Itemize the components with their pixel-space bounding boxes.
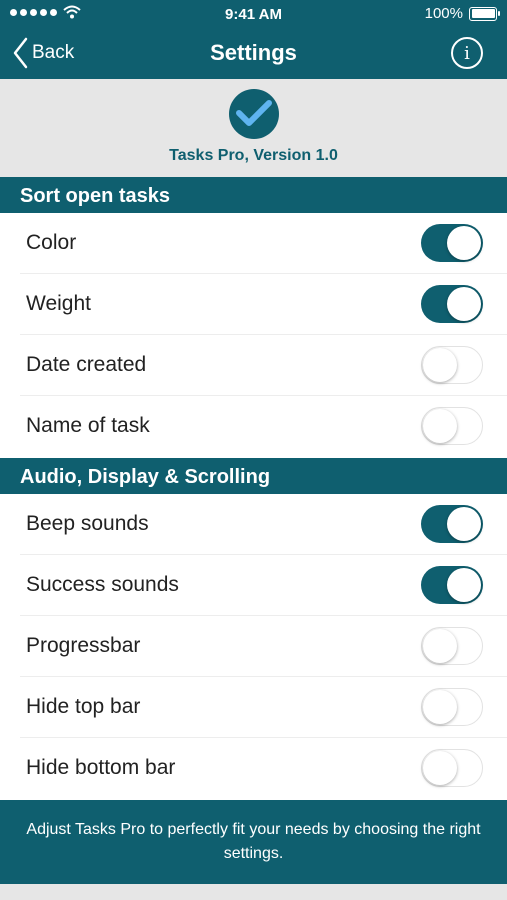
app-info-header: Tasks Pro, Version 1.0 <box>0 79 507 177</box>
section-header-audio-display: Audio, Display & Scrolling <box>0 458 507 494</box>
setting-label: Weight <box>26 292 91 315</box>
setting-row-name-of-task: Name of task <box>0 396 507 457</box>
section-title: Audio, Display & Scrolling <box>20 466 271 488</box>
bottom-strip <box>0 884 507 900</box>
setting-label: Name of task <box>26 414 150 437</box>
app-logo <box>229 89 279 139</box>
info-button[interactable]: i <box>451 37 483 69</box>
setting-row-progressbar: Progressbar <box>0 616 507 677</box>
app-version: Tasks Pro, Version 1.0 <box>169 147 338 164</box>
navigation-bar: Back Settings i <box>0 28 507 79</box>
setting-label: Success sounds <box>26 573 179 596</box>
setting-row-color: Color <box>0 213 507 274</box>
toggle-beep-sounds[interactable] <box>421 505 483 543</box>
setting-label: Hide bottom bar <box>26 756 176 779</box>
battery-percent: 100% <box>424 5 463 22</box>
setting-row-success-sounds: Success sounds <box>0 555 507 616</box>
toggle-hide-bottom-bar[interactable] <box>421 749 483 787</box>
setting-label: Date created <box>26 353 147 376</box>
battery-indicator: 100% <box>424 5 500 22</box>
status-bar: 9:41 AM 100% <box>0 0 507 28</box>
toggle-name-of-task[interactable] <box>421 407 483 445</box>
toggle-success-sounds[interactable] <box>421 566 483 604</box>
section-title: Sort open tasks <box>20 185 171 207</box>
setting-label: Hide top bar <box>26 695 141 718</box>
setting-row-hide-bottom-bar: Hide bottom bar <box>0 738 507 799</box>
section-header-sort: Sort open tasks <box>0 177 507 213</box>
toggle-weight[interactable] <box>421 285 483 323</box>
toggle-date-created[interactable] <box>421 346 483 384</box>
setting-label: Progressbar <box>26 634 141 657</box>
battery-icon <box>469 6 500 21</box>
toggle-color[interactable] <box>421 224 483 262</box>
toggle-progressbar[interactable] <box>421 627 483 665</box>
footer-info: Adjust Tasks Pro to perfectly fit your n… <box>0 800 507 884</box>
setting-label: Beep sounds <box>26 512 149 535</box>
info-icon: i <box>464 42 470 64</box>
page-title: Settings <box>210 40 297 65</box>
checkmark-icon <box>236 100 272 126</box>
setting-row-beep-sounds: Beep sounds <box>0 494 507 555</box>
setting-label: Color <box>26 231 77 254</box>
toggle-hide-top-bar[interactable] <box>421 688 483 726</box>
footer-text: Adjust Tasks Pro to perfectly fit your n… <box>26 821 481 862</box>
setting-row-hide-top-bar: Hide top bar <box>0 677 507 738</box>
setting-row-date-created: Date created <box>0 335 507 396</box>
setting-row-weight: Weight <box>0 274 507 335</box>
